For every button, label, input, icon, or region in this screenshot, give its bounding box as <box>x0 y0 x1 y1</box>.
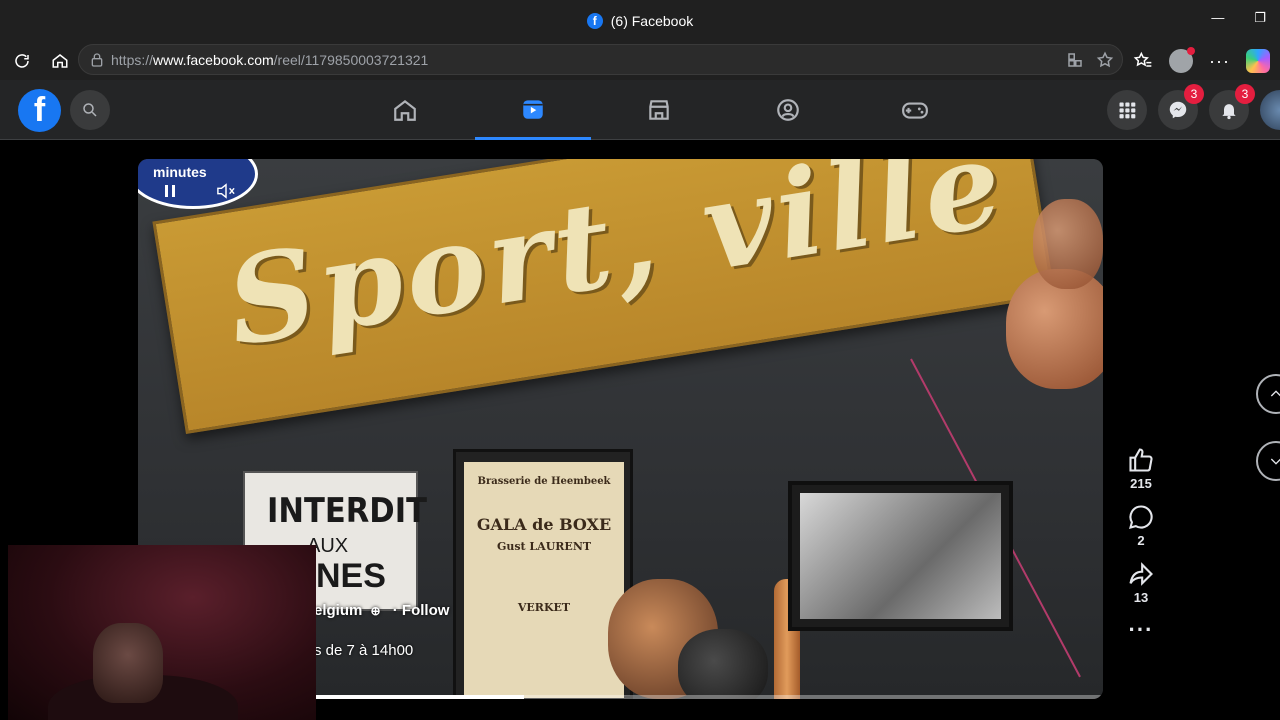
like-count: 215 <box>1130 476 1152 491</box>
restore-icon[interactable]: ❐ <box>1254 10 1266 26</box>
facebook-logo-icon[interactable]: f <box>18 89 61 132</box>
like-action[interactable]: 215 <box>1127 446 1155 491</box>
boxing-glove-top-2 <box>1033 199 1103 289</box>
comment-icon[interactable] <box>1127 503 1155 531</box>
notifications-button[interactable]: 3 <box>1209 84 1255 130</box>
webcam-overlay <box>8 545 316 720</box>
notifications-badge: 3 <box>1235 84 1255 104</box>
reel-viewer: minutes Sport, ville INTERDIT AUX ONNES … <box>0 141 1280 720</box>
messenger-button[interactable]: 3 <box>1158 84 1204 130</box>
facebook-favicon-icon: f <box>586 13 603 29</box>
page-name-text[interactable]: elgium <box>314 602 362 619</box>
muted-speaker-icon <box>217 183 235 199</box>
next-reel-button[interactable] <box>1256 441 1280 481</box>
more-menu-icon[interactable]: ··· <box>1209 51 1230 72</box>
gaming-icon <box>902 102 928 119</box>
share-count: 13 <box>1133 590 1149 605</box>
account-avatar[interactable] <box>1260 90 1280 130</box>
search-icon <box>83 103 97 117</box>
share-action[interactable]: 13 <box>1127 560 1155 605</box>
poster2-title: GALA de BOXE <box>476 515 612 534</box>
browser-actions: ··· <box>1133 47 1270 73</box>
nav-gaming[interactable] <box>857 80 973 140</box>
gala-poster: Brasserie de Heembeek GALA de BOXE Gust … <box>464 462 624 698</box>
messenger-icon <box>1169 101 1187 119</box>
favorite-star-icon[interactable] <box>1096 51 1114 69</box>
messenger-badge: 3 <box>1184 84 1204 104</box>
reels-icon <box>523 99 543 119</box>
more-options-icon[interactable]: ··· <box>1129 617 1154 643</box>
profile-avatar[interactable] <box>1169 47 1196 73</box>
more-action[interactable]: ··· <box>1129 617 1154 643</box>
menu-button[interactable] <box>1107 90 1147 130</box>
browser-toolbar: https://www.facebook.com/reel/1179850003… <box>0 42 1280 80</box>
poster2-subtitle: Gust LAURENT <box>496 540 592 553</box>
bell-icon <box>1222 104 1236 120</box>
lock-icon[interactable] <box>89 52 105 68</box>
window-controls: — ❐ <box>1211 10 1266 26</box>
url-actions <box>1066 51 1114 69</box>
window-title-wrap: f (6) Facebook <box>586 13 694 29</box>
refresh-icon <box>15 54 29 68</box>
refresh-button[interactable] <box>10 49 34 73</box>
share-icon[interactable] <box>1127 560 1155 588</box>
groups-icon <box>777 99 799 121</box>
previous-reel-button[interactable] <box>1256 374 1280 414</box>
follow-link[interactable]: · Follow <box>393 602 450 619</box>
home-icon <box>394 99 416 121</box>
url-prefix: https:// <box>111 51 154 68</box>
boxing-glove-dark <box>678 629 768 699</box>
mute-button[interactable] <box>212 177 240 205</box>
boxing-photo-image <box>800 493 1001 619</box>
search-button[interactable] <box>70 90 110 130</box>
reel-caption[interactable]: s de 7 à 14h00 <box>314 642 413 659</box>
apps-grid-icon <box>1119 102 1136 119</box>
pause-icon <box>165 185 175 197</box>
copilot-icon[interactable] <box>1246 49 1270 73</box>
poster2-header: Brasserie de Heembeek <box>477 476 611 487</box>
home-button[interactable] <box>48 49 72 73</box>
nav-groups[interactable] <box>730 80 846 140</box>
nav-marketplace[interactable] <box>601 80 717 140</box>
url-host: www.facebook.com <box>153 51 274 68</box>
boxing-photo <box>788 481 1013 631</box>
chevron-down-icon <box>1270 458 1280 465</box>
chevron-up-icon <box>1270 390 1280 397</box>
thumbs-up-icon[interactable] <box>1127 446 1155 474</box>
window-title: (6) Facebook <box>610 13 694 29</box>
webcam-person-head <box>93 623 163 703</box>
poster2-bottom: VERKET <box>517 601 571 614</box>
app-available-icon[interactable] <box>1066 51 1084 69</box>
page-name[interactable]: elgium ⊕ · Follow <box>314 602 449 619</box>
nav-reels[interactable] <box>475 80 591 140</box>
nav-home[interactable] <box>347 80 463 140</box>
minimize-icon[interactable]: — <box>1211 10 1224 26</box>
profile-status-dot <box>1187 47 1196 55</box>
url-path: /reel/1179850003721321 <box>273 51 429 68</box>
comment-count: 2 <box>1137 533 1145 548</box>
marketplace-icon <box>649 100 669 120</box>
url-bar[interactable]: https://www.facebook.com/reel/1179850003… <box>78 44 1123 75</box>
browser-home-icon <box>52 54 68 68</box>
gala-poster-frame: Brasserie de Heembeek GALA de BOXE Gust … <box>453 449 633 699</box>
browser-titlebar: f (6) Facebook — ❐ <box>0 0 1280 42</box>
favorites-icon[interactable] <box>1133 51 1153 71</box>
globe-icon: ⊕ <box>370 604 381 618</box>
comment-action[interactable]: 2 <box>1127 503 1155 548</box>
reel-actions: 215 2 13 ··· <box>1120 446 1162 655</box>
poster1-line1: INTERDIT <box>267 491 427 531</box>
facebook-navbar: f 3 3 <box>0 80 1280 140</box>
pause-button[interactable] <box>156 177 184 205</box>
